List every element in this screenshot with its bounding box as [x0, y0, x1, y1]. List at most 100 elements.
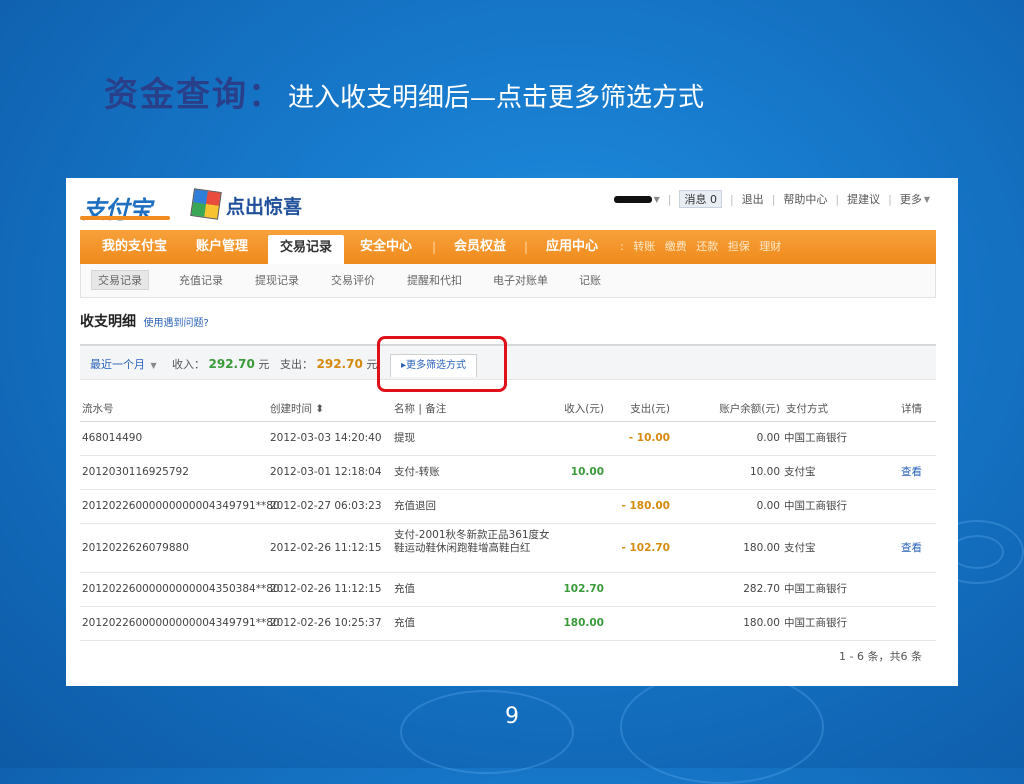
more-menu[interactable]: 更多	[900, 191, 922, 207]
sub-nav: 交易记录 充值记录 提现记录 交易评价 提醒和代扣 电子对账单 记账	[80, 264, 936, 298]
cell-name: 支付-2001秋冬新款正品361度女鞋运动鞋休闲跑鞋增高鞋白红	[394, 529, 550, 554]
cell-detail-link[interactable]: 查看	[880, 542, 922, 555]
nav-account[interactable]: 账户管理	[196, 230, 248, 264]
subnav-recharge[interactable]: 充值记录	[179, 272, 223, 288]
slide-title: 资金查询： 进入收支明细后—点击更多筛选方式	[104, 72, 704, 116]
page-title: 收支明细	[80, 314, 136, 330]
cell-time: 2012-02-27 06:03:23	[270, 500, 382, 512]
cell-method: 中国工商银行	[784, 617, 847, 629]
col-income: 收入(元)	[564, 403, 604, 415]
filter-bar: 最近一个月 ▼ 收入： 292.70 元 支出： 292.70 元 ▸更多筛选方…	[80, 344, 936, 380]
nav-my-alipay[interactable]: 我的支付宝	[102, 230, 167, 264]
cell-income: 180.00	[563, 617, 604, 629]
rubiks-cube-icon	[190, 188, 222, 220]
subnav-withdraw[interactable]: 提现记录	[255, 272, 299, 288]
col-method: 支付方式	[786, 403, 828, 415]
income-summary: 收入： 292.70 元	[172, 357, 270, 371]
cell-serial: 20120226000000000004349791**80	[82, 617, 280, 629]
table-row: 20120226000000000004349791**80 2012-02-26…	[80, 607, 936, 641]
top-links: ▼ | 消息 0 | 退出 | 帮助中心 | 提建议 | 更多 ▼	[613, 190, 930, 208]
cell-name: 充值	[394, 617, 415, 629]
logout-link[interactable]: 退出	[742, 191, 764, 207]
site-header: 支付宝 点出惊喜 ▼ | 消息 0 | 退出 | 帮助中心 | 提建议 | 更多…	[66, 178, 958, 230]
cell-expense: - 10.00	[628, 432, 670, 444]
logo-swoosh	[80, 216, 170, 220]
nav-transactions[interactable]: 交易记录	[268, 235, 345, 264]
cell-time: 2012-03-03 14:20:40	[270, 432, 382, 444]
cell-name: 充值	[394, 583, 415, 595]
col-balance: 账户余额(元)	[719, 403, 780, 415]
cell-method: 支付宝	[784, 542, 816, 554]
cell-expense: - 102.70	[621, 542, 670, 554]
cell-balance: 0.00	[756, 500, 780, 512]
cell-serial: 2012030116925792	[82, 466, 189, 478]
page-number: 9	[505, 704, 519, 729]
messages-link[interactable]: 消息 0	[679, 190, 722, 208]
main-nav: 我的支付宝 账户管理 交易记录 安全中心 | 会员权益 | 应用中心 : 转账 …	[80, 230, 936, 264]
pagination-info: 1 - 6 条，共6 条	[839, 650, 922, 663]
background-ripple	[950, 535, 1004, 569]
col-detail: 详情	[901, 403, 922, 415]
cell-detail-link[interactable]: 查看	[880, 466, 922, 479]
cell-expense: - 180.00	[621, 500, 670, 512]
nav-member[interactable]: 会员权益	[454, 230, 506, 264]
cell-time: 2012-02-26 11:12:15	[270, 583, 382, 595]
table-row: 468014490 2012-03-03 14:20:40 提现 - 10.00 0.0…	[80, 422, 936, 456]
slide-title-main: 资金查询：	[104, 75, 284, 115]
cell-method: 中国工商银行	[784, 500, 847, 512]
suggestion-link[interactable]: 提建议	[847, 191, 880, 207]
chevron-down-icon[interactable]: ▼	[654, 195, 660, 204]
table-row: 2012030116925792 2012-03-01 12:18:04 支付-转账…	[80, 456, 936, 490]
period-select[interactable]: 最近一个月 ▼	[90, 356, 157, 372]
col-time[interactable]: 创建时间 ⬍	[270, 403, 324, 416]
highlight-box	[377, 336, 507, 392]
cell-serial: 2012022626079880	[82, 542, 189, 554]
transactions-table: 流水号 创建时间 ⬍ 名称 | 备注 收入(元) 支出(元) 账户余额(元) 支…	[80, 398, 936, 641]
cell-method: 中国工商银行	[784, 432, 847, 444]
income-total: 292.70	[208, 357, 255, 371]
cell-balance: 282.70	[743, 583, 780, 595]
cell-time: 2012-02-26 11:12:15	[270, 542, 382, 554]
subnav-statement[interactable]: 电子对账单	[493, 272, 548, 288]
col-expense: 支出(元)	[630, 403, 670, 415]
expense-summary: 支出： 292.70 元	[280, 357, 378, 371]
background-ripple	[400, 690, 574, 774]
chevron-down-icon: ▼	[150, 361, 157, 370]
table-body: 468014490 2012-03-03 14:20:40 提现 - 10.00 0.0…	[80, 422, 936, 641]
cell-serial: 20120226000000000004350384**80	[82, 583, 280, 595]
sort-icon: ⬍	[315, 403, 325, 415]
subnav-transactions[interactable]: 交易记录	[91, 270, 149, 290]
subnav-bookkeeping[interactable]: 记账	[579, 272, 601, 288]
messages-count: 0	[709, 193, 717, 206]
username-redacted[interactable]	[613, 195, 652, 203]
alipay-screenshot: 支付宝 点出惊喜 ▼ | 消息 0 | 退出 | 帮助中心 | 提建议 | 更多…	[66, 178, 958, 686]
cell-time: 2012-02-26 10:25:37	[270, 617, 382, 629]
subnav-reminders[interactable]: 提醒和代扣	[407, 272, 462, 288]
quick-transfer[interactable]: 转账	[633, 240, 655, 253]
quick-escrow[interactable]: 担保	[728, 240, 750, 253]
help-center-link[interactable]: 帮助中心	[783, 191, 827, 207]
cell-name: 提现	[394, 432, 415, 444]
nav-security[interactable]: 安全中心	[360, 230, 412, 264]
cell-serial: 20120226000000000004349791**80	[82, 500, 280, 512]
col-serial: 流水号	[82, 403, 114, 415]
table-row: 20120226000000000004349791**80 2012-02-27…	[80, 490, 936, 524]
detail-header: 收支明细 使用遇到问题?	[80, 311, 209, 331]
site-slogan: 点出惊喜	[226, 196, 303, 218]
help-link[interactable]: 使用遇到问题?	[144, 318, 209, 329]
col-name: 名称 | 备注	[394, 403, 447, 415]
subnav-reviews[interactable]: 交易评价	[331, 272, 375, 288]
table-header: 流水号 创建时间 ⬍ 名称 | 备注 收入(元) 支出(元) 账户余额(元) 支…	[80, 398, 936, 422]
cell-name: 支付-转账	[394, 466, 440, 478]
cell-balance: 180.00	[743, 617, 780, 629]
cell-balance: 10.00	[749, 466, 780, 478]
chevron-down-icon[interactable]: ▼	[924, 195, 930, 204]
cell-method: 支付宝	[784, 466, 816, 478]
quick-payment[interactable]: 缴费	[665, 240, 687, 253]
table-row: 20120226000000000004350384**80 2012-02-26…	[80, 573, 936, 607]
cell-time: 2012-03-01 12:18:04	[270, 466, 382, 478]
quick-repay[interactable]: 还款	[696, 240, 718, 253]
nav-apps[interactable]: 应用中心	[546, 230, 598, 264]
quick-finance[interactable]: 理财	[759, 240, 781, 253]
slide-title-sub: 进入收支明细后—点击更多筛选方式	[288, 83, 705, 113]
